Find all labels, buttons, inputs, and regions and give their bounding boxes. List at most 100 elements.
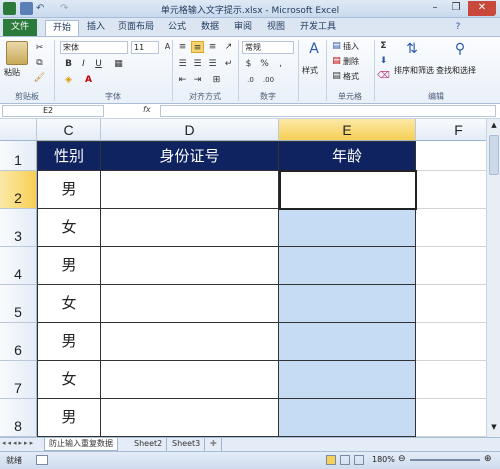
header-cell-gender[interactable]: 性别 — [37, 141, 101, 171]
column-header-e[interactable]: E — [279, 119, 416, 141]
tab-review[interactable]: 审阅 — [229, 20, 257, 36]
styles-button[interactable]: 样式 — [302, 65, 318, 76]
name-box[interactable]: E2 — [2, 105, 104, 117]
font-size-select[interactable]: 11 — [131, 41, 159, 54]
align-center-icon[interactable]: ☰ — [191, 58, 204, 70]
gender-cell[interactable]: 女 — [37, 209, 101, 247]
scroll-down-icon[interactable]: ▼ — [489, 423, 499, 433]
id-number-cell[interactable] — [101, 323, 279, 361]
format-painter-icon[interactable]: 🖌 — [33, 72, 46, 84]
tab-view[interactable]: 视图 — [262, 20, 290, 36]
tab-formulas[interactable]: 公式 — [163, 20, 191, 36]
row-header-4[interactable]: 4 — [0, 247, 37, 285]
sheet-tab-1[interactable]: 防止输入重复数据 — [44, 438, 118, 451]
empty-cell[interactable] — [416, 323, 486, 361]
empty-cell[interactable] — [416, 171, 486, 209]
worksheet-grid[interactable]: C D E F 1 2 3 4 5 6 7 8 性别 身份证号 年龄 男女男女男… — [0, 119, 486, 437]
empty-cell[interactable] — [416, 399, 486, 437]
insert-function-icon[interactable]: fx — [143, 105, 151, 114]
font-name-select[interactable]: 宋体 — [60, 41, 128, 54]
tab-data[interactable]: 数据 — [196, 20, 224, 36]
cut-icon[interactable]: ✂ — [33, 42, 46, 54]
minimize-button[interactable]: – — [425, 1, 445, 16]
wrap-text-icon[interactable]: ↵ — [222, 58, 235, 70]
empty-cell[interactable] — [416, 361, 486, 399]
gender-cell[interactable]: 男 — [37, 323, 101, 361]
percent-icon[interactable]: % — [258, 58, 271, 70]
id-number-cell[interactable] — [101, 209, 279, 247]
find-select-icon[interactable]: ⚲ — [450, 41, 470, 61]
id-number-cell[interactable] — [101, 399, 279, 437]
borders-icon[interactable]: ▦ — [112, 58, 125, 70]
zoom-out-icon[interactable]: ⊖ — [398, 454, 406, 464]
font-color-icon[interactable]: A — [82, 74, 95, 86]
gender-cell[interactable]: 女 — [37, 285, 101, 323]
column-header-d[interactable]: D — [101, 119, 279, 141]
empty-cell[interactable] — [416, 285, 486, 323]
orientation-icon[interactable]: ↗ — [222, 41, 235, 53]
delete-cells-button[interactable]: 删除 — [343, 56, 359, 67]
align-middle-icon[interactable]: ≡ — [191, 41, 204, 53]
tab-developer[interactable]: 开发工具 — [296, 20, 340, 36]
select-all-corner[interactable] — [0, 119, 37, 141]
copy-icon[interactable]: ⧉ — [33, 57, 46, 69]
paste-button[interactable]: 粘贴 — [4, 67, 20, 78]
underline-button[interactable]: U — [92, 58, 105, 70]
gender-cell[interactable]: 男 — [37, 399, 101, 437]
increase-indent-icon[interactable]: ⇥ — [191, 74, 204, 86]
align-top-icon[interactable]: ≡ — [176, 41, 189, 53]
align-bottom-icon[interactable]: ≡ — [206, 41, 219, 53]
age-cell[interactable] — [279, 209, 416, 247]
decrease-indent-icon[interactable]: ⇤ — [176, 74, 189, 86]
id-number-cell[interactable] — [101, 247, 279, 285]
page-break-view-icon[interactable] — [354, 455, 364, 465]
paste-icon[interactable] — [6, 41, 28, 65]
sheet-tab-2[interactable]: Sheet2 — [130, 438, 168, 451]
page-layout-view-icon[interactable] — [340, 455, 350, 465]
empty-cell[interactable] — [416, 247, 486, 285]
insert-cells-icon[interactable]: ▤ — [330, 40, 343, 52]
align-left-icon[interactable]: ☰ — [176, 58, 189, 70]
id-number-cell[interactable] — [101, 285, 279, 323]
age-cell[interactable] — [279, 285, 416, 323]
header-cell-id-number[interactable]: 身份证号 — [101, 141, 279, 171]
tab-file[interactable]: 文件 — [3, 19, 37, 36]
scroll-up-icon[interactable]: ▲ — [489, 121, 499, 131]
find-select-button[interactable]: 查找和选择 — [436, 65, 476, 76]
age-cell[interactable] — [279, 399, 416, 437]
bold-button[interactable]: B — [62, 58, 75, 70]
row-header-5[interactable]: 5 — [0, 285, 37, 323]
row-header-6[interactable]: 6 — [0, 323, 37, 361]
styles-icon[interactable]: A — [305, 41, 323, 61]
age-cell[interactable] — [279, 247, 416, 285]
increase-decimal-icon[interactable]: .0 — [244, 74, 257, 86]
undo-icon[interactable]: ↶ — [36, 2, 49, 15]
row-header-7[interactable]: 7 — [0, 361, 37, 399]
sheet-nav-icons[interactable]: ◂◂◂▸▸▸ — [2, 439, 35, 447]
tab-home[interactable]: 开始 — [45, 20, 79, 36]
zoom-level[interactable]: 180% — [372, 455, 395, 464]
gender-cell[interactable]: 男 — [37, 247, 101, 285]
fill-color-icon[interactable]: ◈ — [62, 74, 75, 86]
zoom-in-icon[interactable]: ⊕ — [484, 454, 492, 464]
macro-record-icon[interactable] — [36, 455, 48, 465]
clear-icon[interactable]: ⌫ — [377, 70, 390, 82]
format-cells-icon[interactable]: ▤ — [330, 70, 343, 82]
restore-button[interactable]: ❐ — [446, 1, 466, 16]
tab-page-layout[interactable]: 页面布局 — [113, 20, 159, 36]
vertical-scrollbar[interactable]: ▲ ▼ — [486, 119, 500, 437]
normal-view-icon[interactable] — [326, 455, 336, 465]
tab-insert[interactable]: 插入 — [82, 20, 110, 36]
sort-filter-icon[interactable]: ⇅ — [402, 41, 422, 61]
row-header-8[interactable]: 8 — [0, 399, 37, 437]
save-icon[interactable] — [20, 2, 33, 15]
sort-filter-button[interactable]: 排序和筛选 — [394, 65, 434, 76]
comma-icon[interactable]: , — [274, 58, 287, 70]
row-header-2[interactable]: 2 — [0, 171, 37, 209]
row-header-3[interactable]: 3 — [0, 209, 37, 247]
header-cell-age[interactable]: 年龄 — [279, 141, 416, 171]
help-icon[interactable]: ? — [452, 20, 464, 36]
gender-cell[interactable]: 男 — [37, 171, 101, 209]
age-cell[interactable] — [279, 361, 416, 399]
id-number-cell[interactable] — [101, 171, 279, 209]
